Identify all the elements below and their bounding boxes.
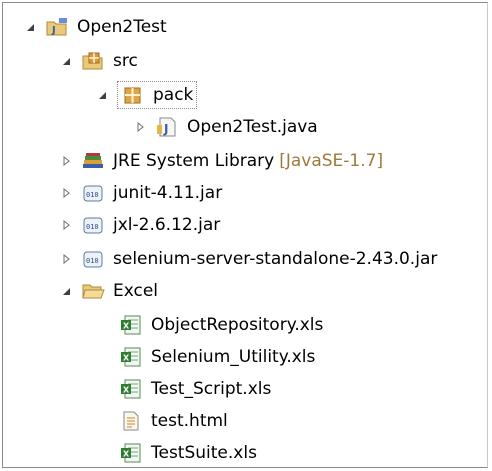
tree-item-label: ObjectRepository.xls	[151, 315, 324, 335]
tree-item-label: test.html	[151, 411, 228, 431]
tree-item-label: Test_Script.xls	[151, 379, 272, 399]
expand-arrow-icon[interactable]	[59, 218, 73, 232]
selection-highlight: pack	[117, 81, 198, 109]
tree-item-label: junit-4.11.jar	[113, 183, 223, 203]
tree-item-html-file[interactable]: test.html	[119, 405, 228, 437]
jar-icon: 010	[81, 182, 105, 204]
package-icon	[121, 84, 145, 106]
tree-item-jar[interactable]: 010 jxl-2.6.12.jar	[59, 209, 220, 241]
svg-text:010: 010	[86, 257, 99, 265]
jar-icon: 010	[81, 214, 105, 236]
tree-item-label: selenium-server-standalone-2.43.0.jar	[113, 249, 438, 269]
jar-icon: 010	[81, 248, 105, 270]
tree-item-excel-file[interactable]: X Selenium_Utility.xls	[119, 341, 315, 373]
tree-item-label: Open2Test.java	[187, 117, 318, 137]
tree-item-label: JRE System Library	[113, 151, 275, 171]
tree-item-jar[interactable]: 010 junit-4.11.jar	[59, 177, 222, 209]
svg-text:X: X	[123, 386, 130, 395]
svg-text:010: 010	[86, 191, 99, 199]
library-icon	[81, 150, 105, 172]
excel-file-icon: X	[119, 314, 143, 336]
tree-item-label: TestSuite.xls	[151, 443, 257, 463]
tree-item-jre-library[interactable]: JRE System Library [JavaSE-1.7]	[59, 145, 383, 177]
tree-item-excel-folder[interactable]: Excel	[59, 275, 158, 307]
svg-text:X: X	[123, 322, 130, 331]
expand-arrow-icon[interactable]	[59, 186, 73, 200]
html-file-icon	[119, 410, 143, 432]
tree-item-label: Open2Test	[77, 17, 167, 37]
svg-text:X: X	[123, 354, 130, 363]
tree-item-jar[interactable]: 010 selenium-server-standalone-2.43.0.ja…	[59, 243, 437, 275]
tree-item-label: Excel	[113, 281, 159, 301]
collapse-arrow-icon[interactable]	[59, 54, 73, 68]
tree-item-src[interactable]: src	[59, 45, 138, 77]
folder-icon	[81, 280, 105, 302]
excel-file-icon: X	[119, 378, 143, 400]
tree-item-project[interactable]: J Open2Test	[23, 11, 167, 43]
expand-arrow-icon[interactable]	[133, 120, 147, 134]
jre-version-decoration: [JavaSE-1.7]	[279, 151, 384, 171]
tree-item-excel-file[interactable]: X ObjectRepository.xls	[119, 309, 323, 341]
excel-file-icon: X	[119, 442, 143, 464]
java-project-icon: J	[45, 16, 69, 38]
expand-arrow-icon[interactable]	[59, 154, 73, 168]
source-folder-icon	[81, 50, 105, 72]
package-explorer-tree: J Open2Test src pack J Open2Test.java JR…	[2, 2, 488, 468]
collapse-arrow-icon[interactable]	[23, 20, 37, 34]
excel-file-icon: X	[119, 346, 143, 368]
tree-item-label: jxl-2.6.12.jar	[113, 215, 221, 235]
tree-item-label: Selenium_Utility.xls	[151, 347, 316, 367]
tree-item-label: pack	[153, 85, 194, 105]
tree-item-java-file[interactable]: J Open2Test.java	[133, 111, 318, 143]
svg-text:J: J	[51, 25, 56, 36]
svg-text:X: X	[123, 450, 130, 459]
expand-arrow-icon[interactable]	[59, 252, 73, 266]
tree-item-excel-file[interactable]: X Test_Script.xls	[119, 373, 271, 405]
tree-item-excel-file[interactable]: X TestSuite.xls	[119, 437, 257, 469]
tree-item-pack[interactable]: pack	[95, 79, 198, 111]
svg-text:J: J	[163, 122, 168, 136]
collapse-arrow-icon[interactable]	[59, 284, 73, 298]
collapse-arrow-icon[interactable]	[95, 88, 109, 102]
java-file-icon: J	[155, 116, 179, 138]
tree-item-label: src	[113, 51, 138, 71]
svg-text:010: 010	[86, 223, 99, 231]
